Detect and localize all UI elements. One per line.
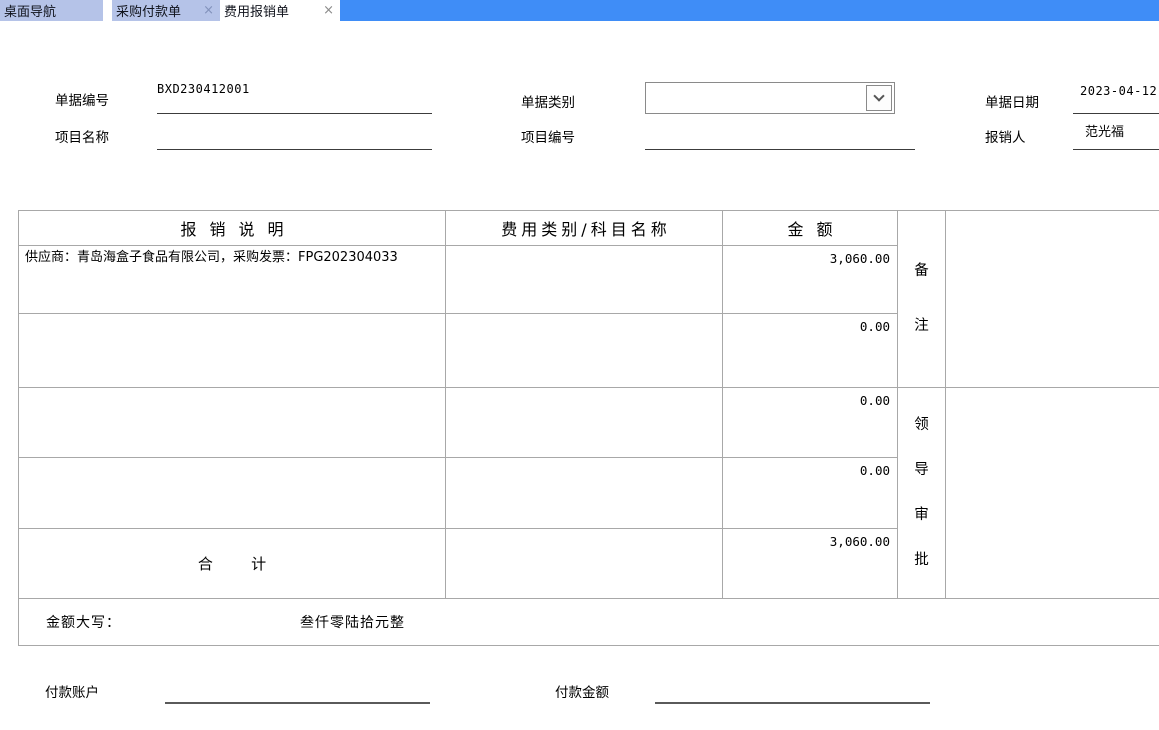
project-name-label: 项目名称	[55, 126, 109, 146]
row3-amount-cell[interactable]: 0.00	[723, 388, 898, 458]
row4-category-cell[interactable]	[446, 458, 723, 529]
expense-reimbursement-form-window: 桌面导航 采购付款单 × 费用报销单 × 单据编号 BXD230412001 项…	[0, 0, 1159, 730]
side-label-leader-approval: 领导审批	[898, 388, 946, 599]
total-amount-cell: 3,060.00	[723, 529, 898, 599]
row1-amount-cell[interactable]: 3,060.00	[723, 246, 898, 314]
payment-amount-label: 付款金额	[555, 681, 609, 701]
reimburser-field[interactable]	[1073, 119, 1159, 150]
row1-description-cell[interactable]: 供应商：青岛海盒子食品有限公司，采购发票：FPG202304033	[19, 246, 446, 314]
tab-bar: 桌面导航 采购付款单 × 费用报销单 ×	[0, 0, 1159, 21]
doc-type-select[interactable]	[645, 82, 895, 114]
project-name-field[interactable]	[157, 119, 432, 150]
tab-bar-fill	[340, 0, 1159, 21]
doc-no-field[interactable]	[157, 83, 432, 114]
project-no-label: 项目编号	[521, 126, 575, 146]
chevron-down-icon	[873, 90, 884, 101]
payment-account-label: 付款账户	[45, 681, 99, 701]
row4-amount-cell[interactable]: 0.00	[723, 458, 898, 529]
doc-no-label: 单据编号	[55, 89, 109, 109]
close-icon[interactable]: ×	[321, 4, 336, 17]
col-header-amount: 金额	[723, 211, 898, 246]
row1-category-cell[interactable]	[446, 246, 723, 314]
tab-label: 桌面导航	[4, 1, 56, 20]
doc-date-label: 单据日期	[985, 91, 1039, 111]
tab-label: 费用报销单	[224, 1, 289, 20]
tab-purchase-payment[interactable]: 采购付款单 ×	[112, 0, 220, 21]
remark-area-cell[interactable]	[946, 211, 1159, 388]
row3-description-cell[interactable]	[19, 388, 446, 458]
project-no-field[interactable]	[645, 119, 915, 150]
row2-category-cell[interactable]	[446, 314, 723, 388]
doc-type-dropdown-button[interactable]	[866, 85, 892, 111]
col-header-description: 报销说明	[19, 211, 446, 246]
total-category-cell	[446, 529, 723, 599]
tab-desktop-navigation[interactable]: 桌面导航	[0, 0, 103, 21]
row2-amount-cell[interactable]: 0.00	[723, 314, 898, 388]
tab-expense-reimbursement[interactable]: 费用报销单 ×	[220, 0, 340, 21]
amount-in-words-value: 叁仟零陆拾元整	[300, 612, 405, 632]
reimbursement-table: 报销说明 费用类别/科目名称 金额 备注 领导审批 供应商：青岛海盒子食品有限公…	[18, 210, 1159, 646]
doc-date-field[interactable]	[1073, 83, 1159, 114]
total-label-cell: 合 计	[19, 529, 446, 599]
amount-in-words-row: 金额大写： 叁仟零陆拾元整	[19, 599, 1159, 646]
row4-description-cell[interactable]	[19, 458, 446, 529]
payment-amount-field[interactable]	[655, 673, 930, 704]
doc-type-label: 单据类别	[521, 91, 575, 111]
payment-account-field[interactable]	[165, 673, 430, 704]
row3-category-cell[interactable]	[446, 388, 723, 458]
amount-in-words-label: 金额大写：	[46, 612, 121, 632]
doc-type-selected-value	[646, 90, 651, 105]
side-label-remark: 备注	[898, 211, 946, 388]
tab-label: 采购付款单	[116, 1, 181, 20]
close-icon[interactable]: ×	[201, 4, 216, 17]
row2-description-cell[interactable]	[19, 314, 446, 388]
reimburser-label: 报销人	[985, 126, 1026, 146]
leader-approval-area-cell[interactable]	[946, 388, 1159, 599]
col-header-category: 费用类别/科目名称	[446, 211, 723, 246]
